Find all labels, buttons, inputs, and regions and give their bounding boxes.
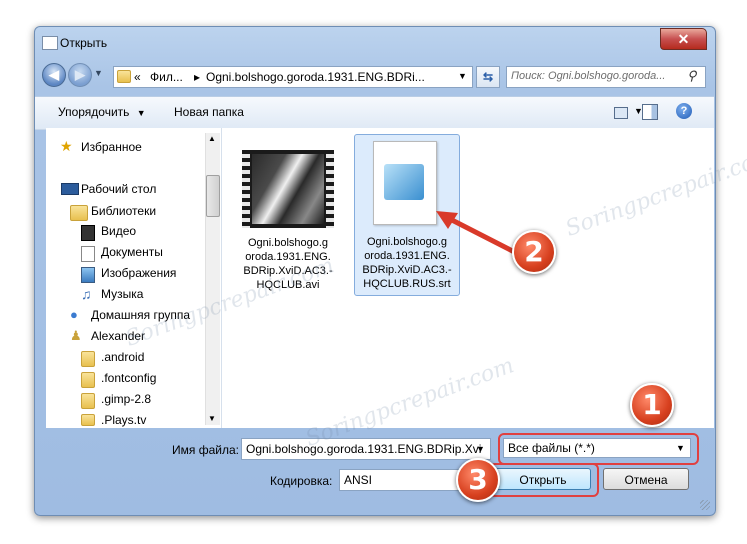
scroll-down-icon[interactable]: ▼ [208, 414, 216, 423]
sidebar-item-documents[interactable]: Документы [101, 245, 163, 259]
breadcrumb-parent[interactable]: Фил... [150, 70, 183, 84]
file-name-avi-line1: Ogni.bolshogo.g [247, 237, 329, 249]
filename-value: Ogni.bolshogo.goroda.1931.ENG.BDRip.Xvi [246, 442, 482, 456]
sidebar-item-folder[interactable]: .gimp-2.8 [101, 392, 151, 406]
back-button[interactable]: ◀ [42, 63, 66, 87]
homegroup-icon: ● [70, 307, 78, 322]
filename-label: Имя файла: [172, 443, 239, 457]
recent-pages-dropdown[interactable]: ▼ [94, 68, 103, 78]
view-icon [614, 107, 628, 119]
folder-icon [81, 414, 95, 426]
address-prefix: « [134, 70, 141, 84]
sidebar-item-folder[interactable]: .android [101, 350, 144, 364]
arrow-left-icon: ◀ [49, 67, 59, 82]
text-file-icon [373, 141, 437, 225]
step-badge-2: 2 [512, 230, 556, 274]
address-dropdown-icon[interactable]: ▼ [458, 71, 467, 81]
sidebar-item-favorites[interactable]: Избранное [81, 140, 142, 154]
folder-icon [81, 393, 95, 409]
sidebar-item-images[interactable]: Изображения [101, 266, 176, 280]
filetype-select[interactable]: Все файлы (*.*) ▼ [503, 438, 691, 458]
view-options-button[interactable]: ▼ [612, 104, 646, 122]
file-name-srt-line4: HQCLUB.RUS.srt [363, 278, 451, 290]
video-icon [81, 225, 95, 241]
film-strip-right [326, 150, 334, 228]
forward-button[interactable]: ▶ [68, 63, 92, 87]
organize-label: Упорядочить [58, 105, 130, 119]
sidebar-item-libraries[interactable]: Библиотеки [91, 204, 156, 218]
film-strip-left [242, 150, 250, 228]
scroll-up-icon[interactable]: ▲ [208, 134, 216, 143]
user-icon: ♟ [70, 328, 82, 343]
refresh-button[interactable]: ⇆ [476, 66, 500, 88]
video-file-thumbnail [242, 150, 334, 228]
breadcrumb-separator: ▸ [194, 70, 201, 84]
notepad-image [384, 164, 424, 200]
step-badge-3: 3 [456, 458, 500, 502]
search-icon: ⚲ [687, 68, 697, 83]
filename-input[interactable]: Ogni.bolshogo.goroda.1931.ENG.BDRip.Xvi … [241, 438, 491, 460]
chevron-down-icon[interactable]: ▼ [476, 439, 485, 459]
desktop-icon [61, 183, 79, 195]
help-button[interactable]: ? [676, 103, 692, 119]
encoding-label: Кодировка: [270, 474, 333, 488]
search-placeholder: Поиск: Ogni.bolshogo.goroda... [511, 70, 666, 82]
arrow-right-icon: ▶ [75, 67, 85, 82]
sidebar-item-music[interactable]: Музыка [101, 287, 143, 301]
new-folder-button[interactable]: Новая папка [174, 105, 244, 119]
documents-icon [81, 246, 95, 262]
library-icon [70, 205, 88, 221]
help-icon: ? [680, 105, 688, 117]
preview-pane-button[interactable] [642, 104, 658, 120]
step-badge-1: 1 [630, 383, 674, 427]
open-button[interactable]: Открыть [495, 468, 591, 490]
sidebar-item-desktop[interactable]: Рабочий стол [81, 182, 156, 196]
refresh-icon: ⇆ [482, 70, 494, 84]
encoding-value: ANSI [344, 473, 373, 487]
window-app-icon [42, 36, 58, 50]
chevron-down-icon: ▼ [94, 68, 103, 78]
address-bar[interactable]: « Фил... ▸ Ogni.bolshogo.goroda.1931.ENG… [113, 66, 473, 88]
music-icon: ♫ [81, 286, 92, 302]
folder-icon [81, 351, 95, 367]
search-input[interactable]: Поиск: Ogni.bolshogo.goroda... ⚲ [506, 66, 706, 88]
resize-grip[interactable] [700, 500, 710, 510]
chevron-down-icon[interactable]: ▼ [676, 439, 685, 457]
folder-icon [117, 70, 131, 83]
star-icon: ★ [60, 138, 73, 154]
organize-button[interactable]: Упорядочить ▼ [58, 105, 146, 119]
sidebar-item-video[interactable]: Видео [101, 224, 136, 238]
window-title: Открыть [60, 36, 108, 50]
filetype-value: Все файлы (*.*) [508, 441, 595, 455]
close-button[interactable]: ✕ [660, 28, 707, 50]
scrollbar-thumb[interactable] [206, 175, 220, 217]
chevron-down-icon: ▼ [136, 108, 146, 118]
sidebar-item-folder[interactable]: .Plays.tv [101, 413, 146, 427]
cancel-button[interactable]: Отмена [603, 468, 689, 490]
breadcrumb-current[interactable]: Ogni.bolshogo.goroda.1931.ENG.BDRi... [206, 70, 425, 84]
sidebar-item-folder[interactable]: .fontconfig [101, 371, 156, 385]
folder-icon [81, 372, 95, 388]
images-icon [81, 267, 95, 283]
video-frame-image [252, 154, 324, 224]
close-icon: ✕ [677, 31, 690, 47]
